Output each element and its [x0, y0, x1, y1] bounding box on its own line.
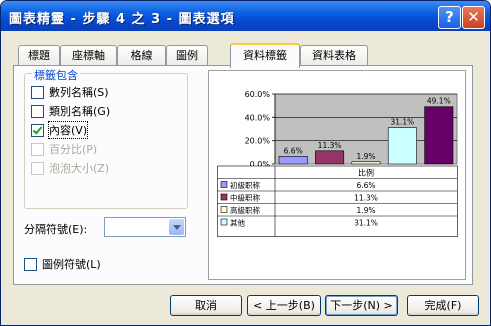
- tab-axes[interactable]: 座標軸: [60, 45, 117, 66]
- bar: [387, 127, 417, 165]
- series-name-option[interactable]: 數列名稱(S): [31, 84, 109, 100]
- bar: [278, 156, 308, 165]
- legend-key-label[interactable]: 圖例符號(L): [42, 256, 101, 272]
- finish-button[interactable]: 完成(F): [407, 295, 479, 316]
- data-table-category: 初級职称: [230, 180, 260, 190]
- data-label: 6.6%: [284, 146, 303, 155]
- percentage-option: 百分比(P): [31, 141, 97, 157]
- next-button[interactable]: 下一步(N) >: [325, 295, 398, 316]
- bubble-size-option: 泡泡大小(Z): [31, 160, 109, 176]
- data-label: 1.9%: [356, 152, 375, 161]
- data-table-value: 6.6%: [356, 181, 375, 190]
- close-icon[interactable]: ✕: [462, 6, 485, 29]
- help-icon[interactable]: ?: [438, 6, 461, 29]
- tab-gridlines[interactable]: 格線: [117, 45, 166, 66]
- legend-key: [220, 181, 228, 188]
- y-tick-label: 60.0%: [245, 90, 271, 99]
- data-table-header: 比例: [358, 168, 374, 178]
- chart-wizard-dialog: 圖表精靈 - 步驟 4 之 3 - 圖表選項 ? ✕ 標題 座標軸 格線 圖例 …: [0, 0, 491, 326]
- percentage-checkbox: [31, 142, 44, 156]
- data-table-value: 31.1%: [354, 219, 378, 228]
- series-name-checkbox[interactable]: [31, 85, 44, 99]
- legend-key: [220, 193, 228, 201]
- tab-legend[interactable]: 圖例: [166, 45, 208, 66]
- value-option[interactable]: 內容(V): [31, 121, 89, 139]
- bar: [424, 106, 454, 165]
- legend-key: [220, 206, 228, 213]
- dialog-body: 標題 座標軸 格線 圖例 資料標籤 資料表格 標籤包含 數列名稱(S) 類別名稱…: [5, 32, 486, 321]
- y-tick-label: 40.0%: [245, 113, 271, 122]
- chart-preview: 60.0% 40.0% 20.0% 0.0% 6.6% 11.3% 1.9% 31.1% 49.…: [208, 70, 466, 280]
- legend-key-option[interactable]: 圖例符號(L): [24, 256, 101, 272]
- legend-key-checkbox[interactable]: [24, 257, 37, 271]
- window-title: 圖表精靈 - 步驟 4 之 3 - 圖表選項: [9, 12, 235, 27]
- data-table-value: 11.3%: [354, 194, 378, 203]
- category-name-checkbox[interactable]: [31, 104, 44, 118]
- data-table-category: 中級职称: [230, 193, 260, 203]
- chevron-down-icon[interactable]: [169, 219, 184, 235]
- category-name-label[interactable]: 類別名稱(G): [49, 103, 110, 119]
- bubble-size-label: 泡泡大小(Z): [49, 162, 110, 175]
- back-button[interactable]: < 上一步(B): [247, 295, 321, 316]
- cancel-button[interactable]: 取消: [170, 295, 242, 316]
- data-table-value: 1.9%: [356, 206, 375, 215]
- percentage-label: 百分比(P): [49, 143, 98, 156]
- data-label: 31.1%: [390, 118, 414, 127]
- category-name-option[interactable]: 類別名稱(G): [31, 103, 110, 119]
- value-checkbox[interactable]: [31, 123, 44, 137]
- data-label: 11.3%: [318, 141, 342, 150]
- chart-preview-svg: 60.0%40.0%20.0%0.0%6.6%11.3%1.9%31.1%49.…: [217, 90, 458, 237]
- tab-data-labels[interactable]: 資料標籤: [230, 43, 300, 68]
- separator-select[interactable]: [104, 217, 186, 237]
- tab-titles[interactable]: 標題: [18, 45, 60, 66]
- bar: [315, 150, 345, 165]
- data-table-category: 高級职称: [230, 205, 260, 215]
- tab-data-table[interactable]: 資料表格: [300, 45, 368, 66]
- labels-group: 標籤包含 數列名稱(S) 類別名稱(G) 內容(V) 百分比(P) 泡泡大小(Z…: [24, 67, 188, 209]
- data-label: 49.1%: [427, 97, 451, 106]
- series-name-label[interactable]: 數列名稱(S): [49, 84, 109, 100]
- bubble-size-checkbox: [31, 161, 44, 175]
- data-table-category: 其他: [230, 218, 245, 228]
- labels-group-title: 標籤包含: [32, 67, 80, 83]
- title-bar[interactable]: 圖表精靈 - 步驟 4 之 3 - 圖表選項 ? ✕: [1, 1, 490, 31]
- separator-label: 分隔符號(E):: [24, 223, 88, 236]
- tab-panel: 標籤包含 數列名稱(S) 類別名稱(G) 內容(V) 百分比(P) 泡泡大小(Z…: [13, 65, 473, 285]
- value-label[interactable]: 內容(V): [47, 121, 89, 139]
- bar: [351, 161, 381, 165]
- y-tick-label: 20.0%: [245, 137, 271, 146]
- legend-key: [220, 218, 228, 226]
